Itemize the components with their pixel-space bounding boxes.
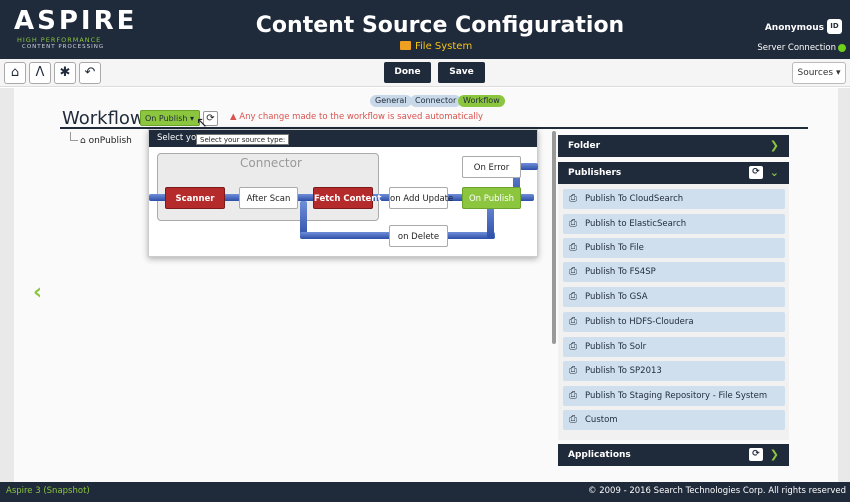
back-icon[interactable]: ↶ <box>79 62 101 84</box>
list-item[interactable]: ⎙ Publish To Solr <box>563 337 785 357</box>
list-item[interactable]: ⎙ Custom <box>563 410 785 430</box>
tab-workflow[interactable]: Workflow <box>458 95 505 107</box>
printer-icon: ⎙ <box>569 218 577 229</box>
connection-status-icon <box>838 44 846 52</box>
warning-icon: ▲ <box>230 112 237 122</box>
autosave-warning: ▲ Any change made to the workflow is sav… <box>230 112 484 122</box>
scrollbar[interactable] <box>552 131 556 344</box>
aspire-logo: ASPIRE HIGH PERFORMANCE CONTENT PROCESSI… <box>14 6 138 50</box>
sources-dropdown[interactable]: Sources ▾ <box>792 62 846 84</box>
refresh-icon[interactable]: ⟳ <box>749 166 763 179</box>
tree-item-onpublish[interactable]: ⌂ onPublish <box>80 136 132 146</box>
workflow-title: Workflow <box>62 108 145 129</box>
node-on-publish[interactable]: On Publish <box>462 187 521 209</box>
folder-panel-header[interactable]: Folder ❯ <box>558 135 789 157</box>
server-connection-label: Server Connection <box>757 43 836 53</box>
bug-icon[interactable]: ✱ <box>54 62 76 84</box>
publishers-panel-header[interactable]: Publishers ⟳ ⌄ <box>558 162 789 184</box>
chevron-right-icon: ❯ <box>769 448 779 461</box>
chevron-left-icon[interactable]: ‹ <box>33 280 42 305</box>
connector-label: Connector <box>240 156 302 170</box>
copyright-label: © 2009 - 2016 Search Technologies Corp. … <box>588 486 846 496</box>
printer-icon: ⎙ <box>569 242 577 253</box>
printer-icon: ⎙ <box>569 193 577 204</box>
aspire-icon[interactable]: Λ <box>29 62 51 84</box>
node-on-delete[interactable]: on Delete <box>389 225 448 247</box>
printer-icon: ⎙ <box>569 266 577 277</box>
printer-icon: ⎙ <box>569 365 577 376</box>
list-item[interactable]: ⎙ Publish To File <box>563 238 785 258</box>
version-label: Aspire 3 (Snapshot) <box>6 486 90 496</box>
save-button[interactable]: Save <box>438 62 485 83</box>
mouse-cursor-icon: ↖ <box>196 115 208 131</box>
user-name[interactable]: Anonymous <box>765 23 824 33</box>
list-item[interactable]: ⎙ Publish to ElasticSearch <box>563 214 785 234</box>
printer-icon: ⎙ <box>569 390 577 401</box>
caret-down-icon: ▾ <box>189 114 194 123</box>
folder-icon <box>400 41 411 50</box>
node-after-scan[interactable]: After Scan <box>239 187 298 209</box>
printer-icon: ⎙ <box>569 291 577 302</box>
applications-panel-header[interactable]: Applications ⟳ ❯ <box>558 444 789 466</box>
node-on-add-update[interactable]: on Add Update <box>389 187 453 209</box>
list-item[interactable]: ⎙ Publish To CloudSearch <box>563 189 785 209</box>
list-item[interactable]: ⎙ Publish to HDFS-Cloudera <box>563 312 785 332</box>
tooltip: Select your source type: <box>196 134 290 145</box>
tree-connector-line <box>70 132 78 141</box>
list-item[interactable]: ⎙ Publish To SP2013 <box>563 361 785 381</box>
page-title: Content Source Configuration <box>255 13 625 38</box>
tab-general[interactable]: General <box>370 95 412 107</box>
pipe-error-out <box>520 163 538 170</box>
chevron-right-icon: ❯ <box>769 139 779 152</box>
printer-icon: ⎙ <box>569 341 577 352</box>
app-footer: Aspire 3 (Snapshot) © 2009 - 2016 Search… <box>0 482 850 502</box>
node-fetch-content[interactable]: Fetch Content <box>313 187 381 209</box>
list-item[interactable]: ⎙ Publish To FS4SP <box>563 262 785 282</box>
list-item[interactable]: ⎙ Publish To GSA <box>563 287 785 307</box>
right-gutter <box>838 88 850 482</box>
refresh-icon[interactable]: ⟳ <box>749 448 763 461</box>
list-item[interactable]: ⎙ Publish To Staging Repository - File Sy… <box>563 386 785 406</box>
node-on-error[interactable]: On Error <box>462 156 521 178</box>
toolbar: ⌂ Λ ✱ ↶ Done Save Sources ▾ <box>0 59 850 87</box>
left-gutter <box>0 88 14 482</box>
home-icon: ⌂ <box>80 136 86 146</box>
chevron-down-icon: ⌄ <box>769 166 779 179</box>
workflow-stage-select[interactable]: On Publish ▾ <box>140 110 200 126</box>
home-icon[interactable]: ⌂ <box>4 62 26 84</box>
tab-connector[interactable]: Connector <box>410 95 462 107</box>
source-type-subtitle: File System <box>400 41 472 52</box>
node-scanner[interactable]: Scanner <box>165 187 225 209</box>
printer-icon: ⎙ <box>569 414 577 425</box>
user-icon[interactable]: ID <box>827 19 842 34</box>
printer-icon: ⎙ <box>569 316 577 327</box>
app-header: ASPIRE HIGH PERFORMANCE CONTENT PROCESSI… <box>0 0 850 59</box>
done-button[interactable]: Done <box>384 62 431 83</box>
